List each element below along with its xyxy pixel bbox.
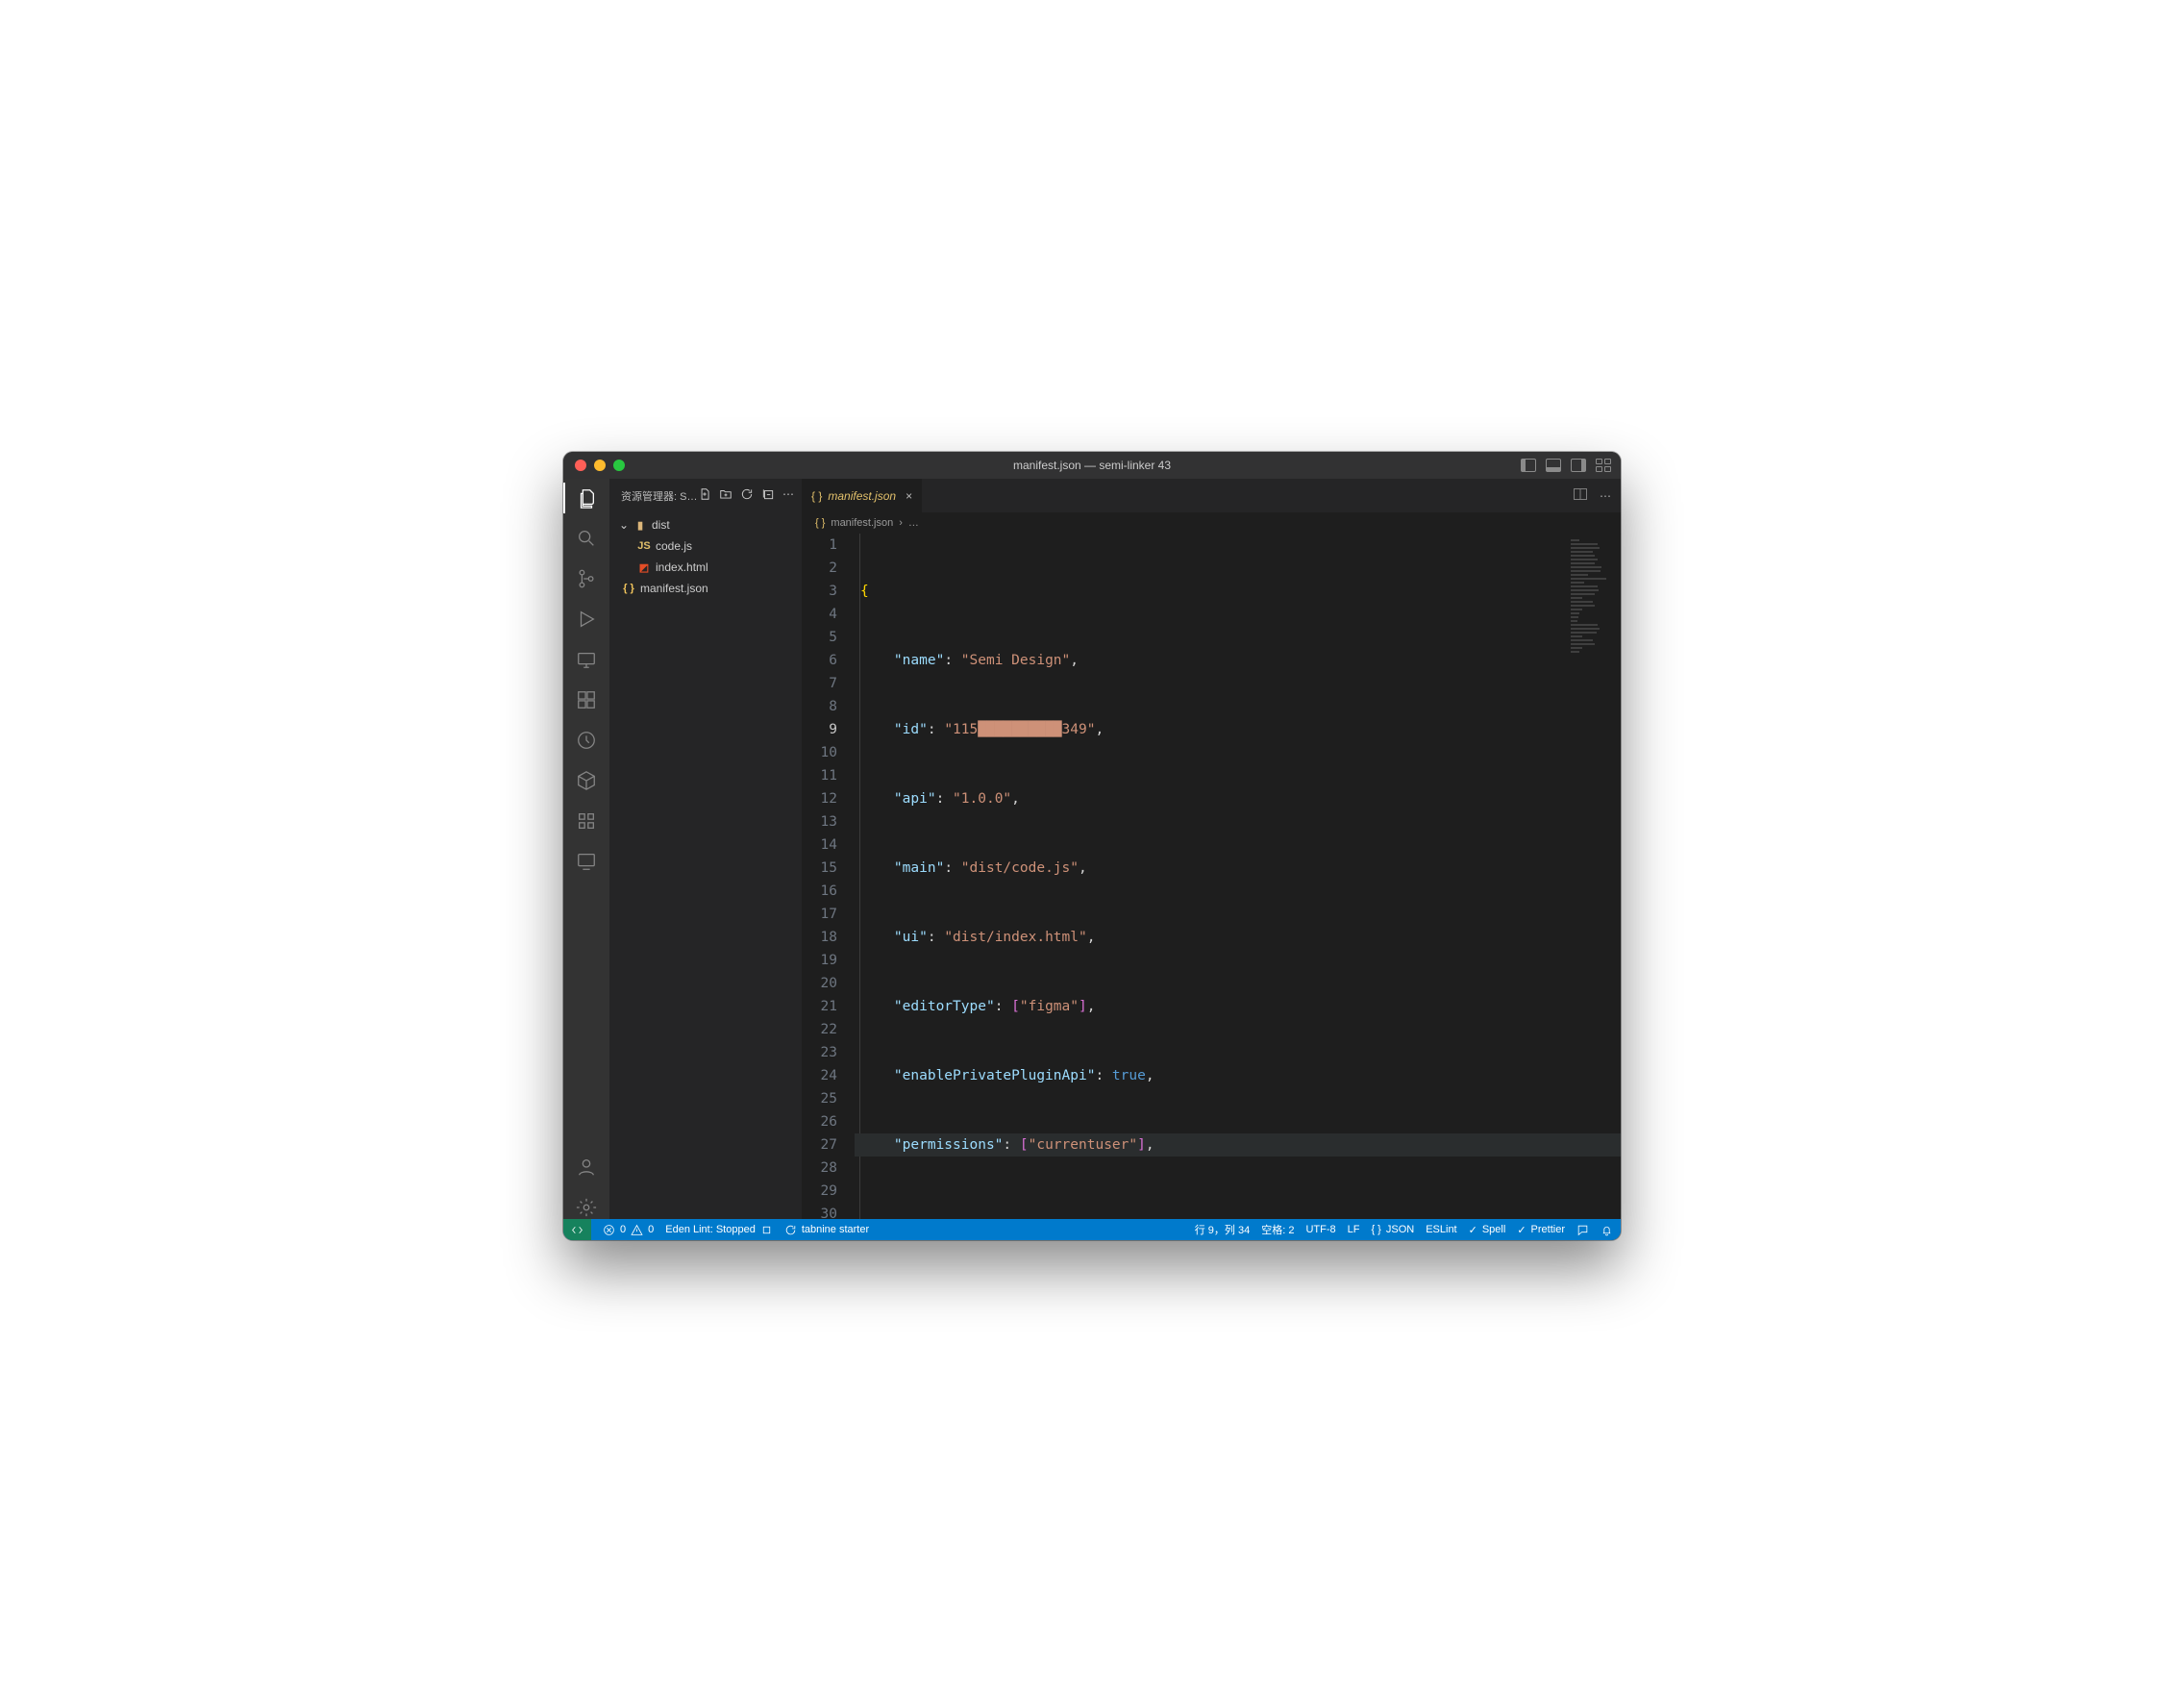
tab-label: manifest.json [828,489,896,503]
html-file-icon: ◩ [636,561,652,574]
collapse-all-icon[interactable] [761,487,775,504]
error-icon [603,1224,615,1236]
window-controls [575,460,625,471]
file-code-js[interactable]: JS code.js [609,535,802,557]
status-bar: 0 0 Eden Lint: Stopped tabnine starter 行… [563,1219,1621,1240]
indentation-status[interactable]: 空格: 2 [1261,1222,1294,1237]
chevron-right-icon: › [899,517,903,529]
file-label: manifest.json [640,582,708,595]
error-count: 0 [620,1224,626,1235]
run-debug-icon[interactable] [575,608,598,631]
file-manifest-json[interactable]: { } manifest.json [609,578,802,599]
problems-indicator[interactable]: 0 0 [603,1224,654,1236]
new-folder-icon[interactable] [719,487,732,504]
timeline-icon[interactable] [575,729,598,752]
warning-count: 0 [648,1224,654,1235]
editor-tabs: { } manifest.json × ⋯ [802,479,1621,512]
remote-icon [571,1224,583,1236]
close-tab-icon[interactable]: × [906,489,912,503]
tabnine-status[interactable]: tabnine starter [784,1224,869,1236]
remote-explorer-icon[interactable] [575,648,598,671]
spell-status[interactable]: ✓Spell [1469,1224,1506,1236]
eol-status[interactable]: LF [1348,1224,1360,1235]
json-file-icon: { } [815,517,825,529]
toggle-primary-sidebar-icon[interactable] [1521,459,1536,472]
window-title: manifest.json — semi-linker 43 [563,459,1621,472]
breadcrumb[interactable]: { } manifest.json › … [802,512,1621,534]
more-actions-icon[interactable]: ⋯ [782,487,794,504]
line-number-gutter: 1234567891011121314151617181920212223242… [802,534,855,1219]
accounts-icon[interactable] [575,1156,598,1179]
file-label: code.js [656,539,692,553]
monitor-icon[interactable] [575,850,598,873]
explorer-title: 资源管理器: S… [621,488,697,504]
source-control-icon[interactable] [575,567,598,590]
cube-icon[interactable] [575,769,598,792]
js-file-icon: JS [636,540,652,552]
split-editor-icon[interactable] [1573,487,1588,504]
notifications-icon[interactable] [1601,1224,1613,1236]
layout-controls [1521,459,1611,472]
search-icon[interactable] [575,527,598,550]
minimize-window[interactable] [594,460,606,471]
warning-icon [631,1224,643,1236]
chevron-down-icon: ⌄ [619,518,629,532]
stop-icon [760,1224,773,1236]
editor-area: { } manifest.json × ⋯ { } manifest.json … [802,479,1621,1219]
eden-lint-label: Eden Lint: Stopped [665,1224,756,1235]
tab-manifest-json[interactable]: { } manifest.json × [802,479,923,512]
cursor-position[interactable]: 行 9，列 34 [1195,1222,1250,1237]
file-tree: ⌄ ▮ dist JS code.js ◩ index.html { } man… [609,512,802,601]
eslint-status[interactable]: ESLint [1426,1224,1456,1235]
json-file-icon: { } [621,583,636,594]
explorer-icon[interactable] [575,486,598,510]
toggle-secondary-sidebar-icon[interactable] [1571,459,1586,472]
code-content: { "name": "Semi Design", "id": "115█████… [855,534,1621,1219]
folder-label: dist [652,518,670,532]
customize-layout-icon[interactable] [1596,459,1611,472]
extensions-icon[interactable] [575,688,598,711]
language-mode[interactable]: { }JSON [1371,1224,1414,1235]
folder-icon: ▮ [633,519,648,532]
refresh-icon[interactable] [740,487,754,504]
remote-indicator[interactable] [563,1219,591,1240]
encoding-status[interactable]: UTF-8 [1305,1224,1335,1235]
explorer-header: 资源管理器: S… ⋯ [609,479,802,512]
file-label: index.html [656,560,708,574]
breadcrumb-more: … [908,517,919,529]
explorer-sidebar: 资源管理器: S… ⋯ ⌄ ▮ dist JS code.js [609,479,802,1219]
json-file-icon: { } [811,489,822,503]
check-icon: ✓ [1469,1224,1477,1236]
tabnine-label: tabnine starter [802,1224,869,1235]
more-editor-actions-icon[interactable]: ⋯ [1600,489,1611,503]
folder-dist[interactable]: ⌄ ▮ dist [609,514,802,535]
braces-icon: { } [1371,1224,1380,1235]
apps-icon[interactable] [575,809,598,833]
check-icon: ✓ [1517,1224,1526,1236]
feedback-icon[interactable] [1576,1224,1589,1236]
settings-gear-icon[interactable] [575,1196,598,1219]
activity-bar [563,479,609,1219]
prettier-status[interactable]: ✓Prettier [1517,1224,1565,1236]
code-editor[interactable]: 1234567891011121314151617181920212223242… [802,534,1621,1219]
titlebar: manifest.json — semi-linker 43 [563,452,1621,479]
close-window[interactable] [575,460,586,471]
new-file-icon[interactable] [698,487,711,504]
zoom-window[interactable] [613,460,625,471]
eden-lint-status[interactable]: Eden Lint: Stopped [665,1224,773,1236]
toggle-panel-icon[interactable] [1546,459,1561,472]
breadcrumb-file: manifest.json [831,517,893,529]
app-window: manifest.json — semi-linker 43 [563,452,1621,1240]
sync-icon [784,1224,797,1236]
file-index-html[interactable]: ◩ index.html [609,557,802,578]
